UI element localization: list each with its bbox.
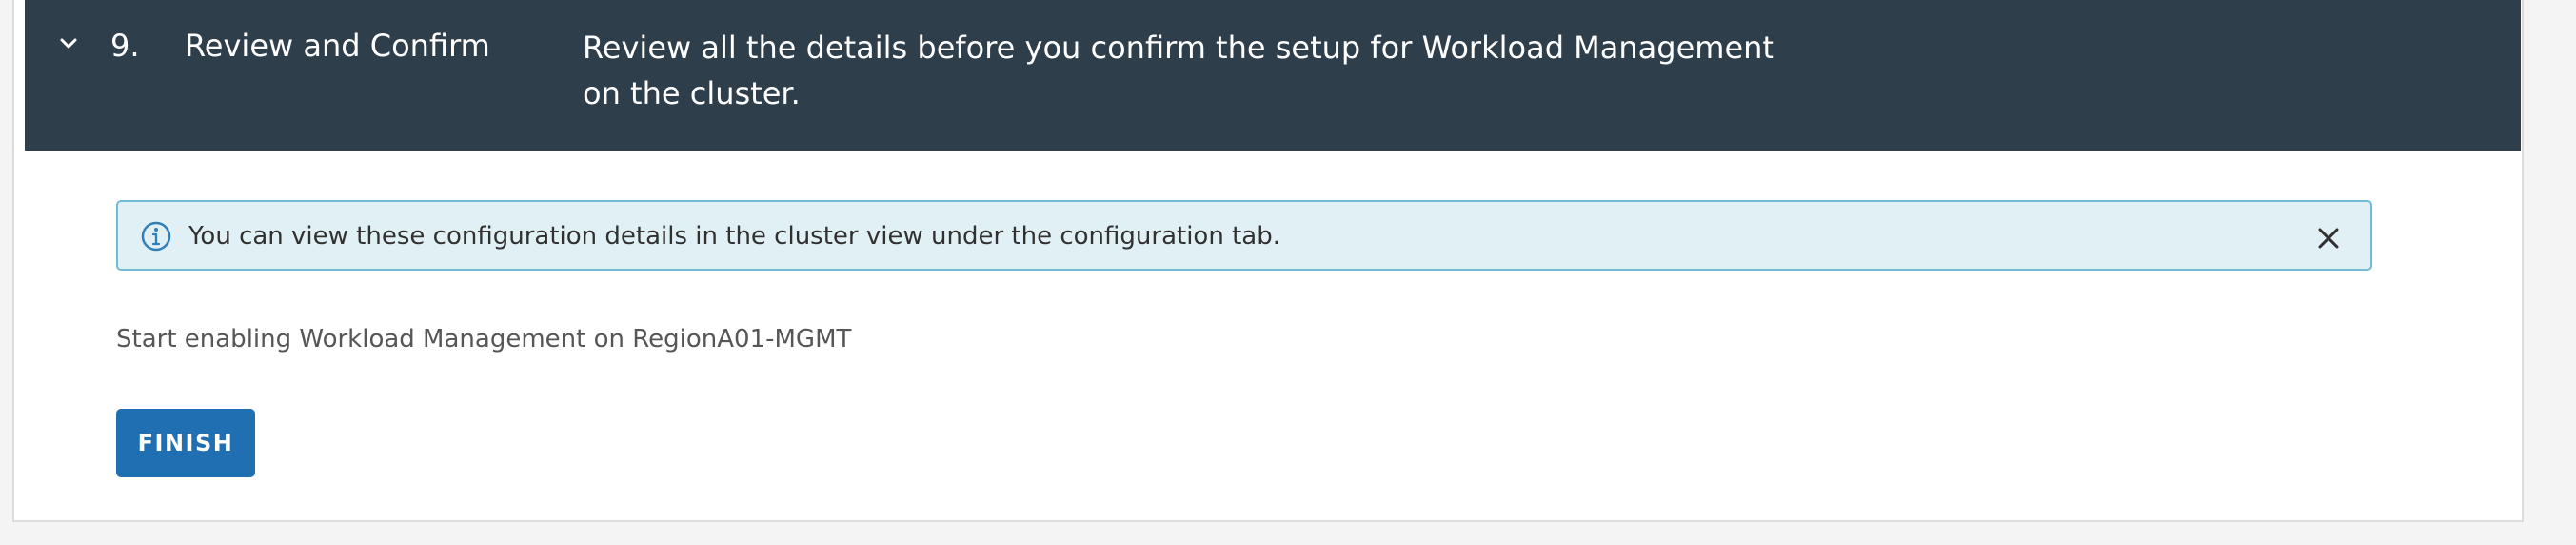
close-icon[interactable] (2311, 221, 2346, 255)
info-icon (141, 221, 171, 252)
chevron-down-icon[interactable] (51, 27, 86, 61)
step-header[interactable]: 9. Review and Confirm Review all the det… (25, 0, 2521, 151)
info-alert: You can view these configuration details… (116, 200, 2372, 271)
workload-management-wizard-page: 9. Review and Confirm Review all the det… (0, 0, 2576, 545)
enablement-summary: Start enabling Workload Management on Re… (116, 325, 852, 353)
step-number: 9. (110, 28, 140, 64)
alert-message: You can view these configuration details… (188, 222, 1280, 251)
finish-button[interactable]: FINISH (116, 409, 255, 477)
step-description: Review all the details before you confir… (583, 30, 1774, 111)
step-title: Review and Confirm (185, 28, 490, 64)
